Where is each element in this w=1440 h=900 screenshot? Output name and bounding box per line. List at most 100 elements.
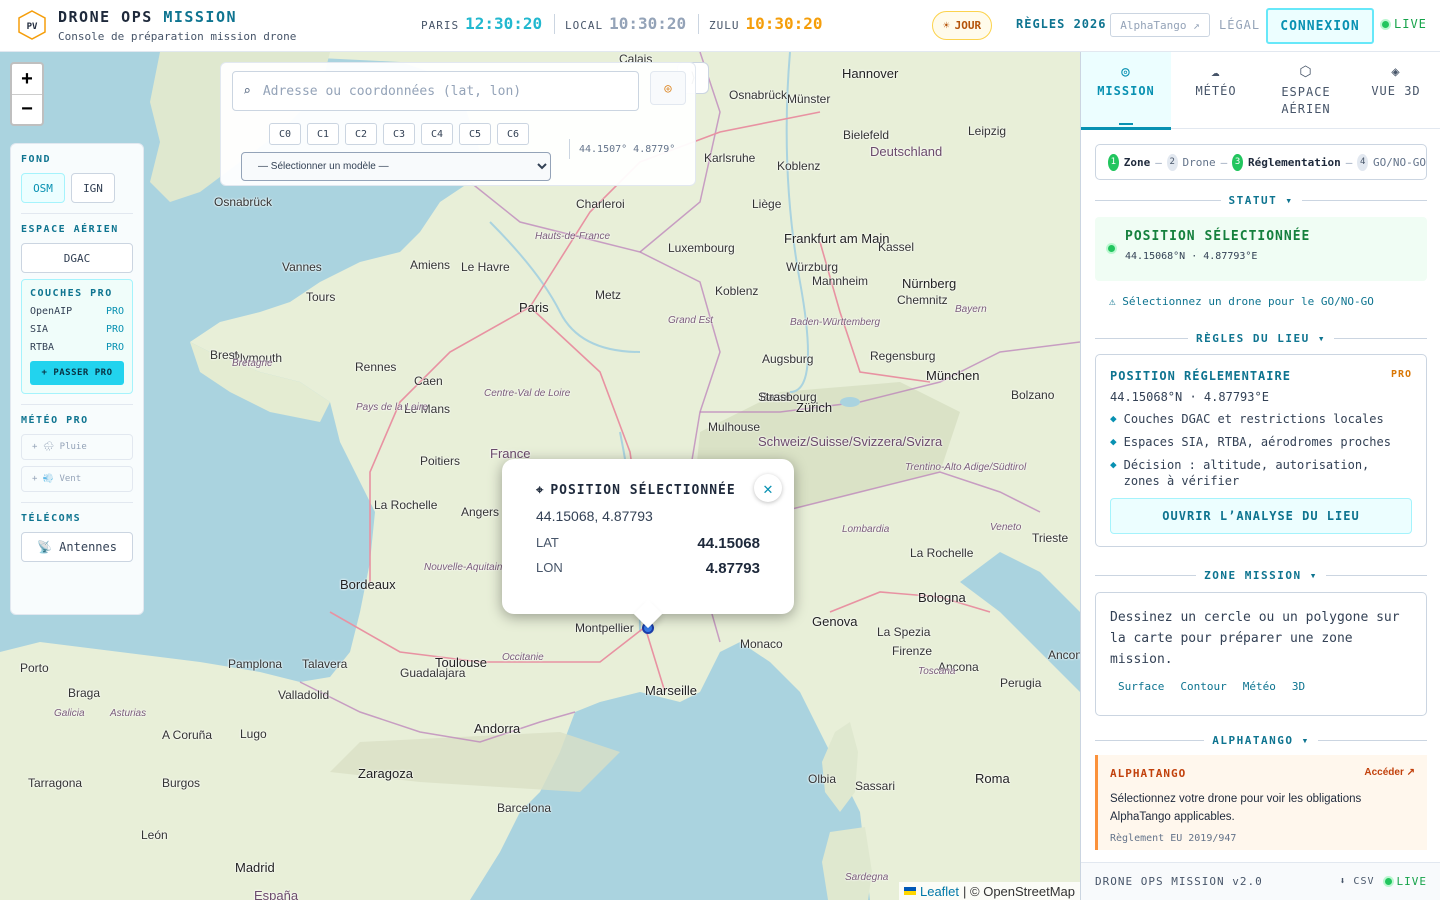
- tab-airspace[interactable]: ⬡ ESPACE AÉRIEN: [1261, 52, 1351, 129]
- alphatango-title: ALPHATANGO Accéder ↗: [1110, 767, 1415, 780]
- pin-icon: ⌖: [536, 483, 545, 498]
- map-label-city: Augsburg: [762, 352, 814, 366]
- step-go-no-go[interactable]: GO/NO-GO: [1373, 156, 1426, 169]
- map-label-region: Occitanie: [502, 652, 544, 663]
- rules-bullet: ◆ Couches DGAC et restrictions locales: [1110, 412, 1384, 426]
- map-label-city: München: [926, 368, 980, 383]
- map-label-country: Schweiz/Suisse/Svizzera/Svizra: [758, 434, 943, 449]
- zone-surface-link[interactable]: Surface: [1118, 680, 1164, 693]
- map-label-city: Genova: [812, 614, 858, 629]
- cursor-coordinates: 44.1507° 4.8779°: [569, 139, 675, 159]
- zone-meteo-link[interactable]: Météo: [1243, 680, 1276, 693]
- map-label-region: Veneto: [990, 522, 1022, 533]
- map-label-city: Sassari: [855, 779, 896, 793]
- live-dot-icon: [1384, 878, 1392, 885]
- search-box: ⌕: [232, 71, 639, 111]
- class-c4-button[interactable]: C4: [421, 123, 453, 145]
- zone-card: Dessinez un cercle ou un polygone sur la…: [1095, 592, 1427, 716]
- alphatango-link[interactable]: AlphaTango ↗: [1110, 13, 1210, 37]
- map-label-region: Pays de la Loire: [356, 402, 428, 413]
- popup-title-text: POSITION SÉLECTIONNÉE: [550, 483, 736, 498]
- antennas-toggle[interactable]: 📡 Antennes: [21, 532, 133, 562]
- step-zone[interactable]: Zone: [1124, 156, 1151, 169]
- class-c3-button[interactable]: C3: [383, 123, 415, 145]
- leaflet-link[interactable]: Leaflet: [920, 884, 959, 899]
- map-label-city: Charleroi: [576, 197, 625, 211]
- zoom-in-button[interactable]: +: [12, 64, 42, 94]
- status-coordinates: 44.15068°N · 4.87793°E: [1125, 251, 1258, 262]
- map-label-city: La Rochelle: [910, 546, 974, 560]
- search-input[interactable]: [262, 83, 603, 99]
- pro-layer-sia[interactable]: SIA PRO: [30, 324, 124, 335]
- weather-rain-toggle[interactable]: + 🌧 Pluie: [21, 434, 133, 460]
- live-indicator: LIVE: [1384, 875, 1428, 888]
- tab-label: MÉTÉO: [1195, 84, 1237, 98]
- pro-layer-rtba[interactable]: RTBA PRO: [30, 342, 124, 353]
- weather-wind-toggle[interactable]: + 💨 Vent: [21, 466, 133, 492]
- pro-layer-openaip[interactable]: OpenAIP PRO: [30, 306, 124, 317]
- class-c1-button[interactable]: C1: [307, 123, 339, 145]
- popup-close-button[interactable]: ✕: [754, 474, 782, 502]
- pro-layers-box: COUCHES PRO OpenAIP PRO SIA PRO RTBA PRO + …: [21, 279, 133, 394]
- tab-3d-view[interactable]: ◈ VUE 3D: [1351, 52, 1440, 129]
- alphatango-access-link[interactable]: Accéder ↗: [1364, 767, 1415, 780]
- layer-panel: FOND OSM IGN ESPACE AÉRIEN DGAC COUCHES …: [10, 143, 144, 615]
- status-section-heading[interactable]: STATUT ▾: [1095, 194, 1427, 207]
- basemap-ign-button[interactable]: IGN: [71, 173, 115, 203]
- zone-3d-link[interactable]: 3D: [1292, 680, 1305, 693]
- tab-meteo[interactable]: ☁ MÉTÉO: [1171, 52, 1261, 129]
- rules-section-heading[interactable]: RÈGLES DU LIEU ▾: [1095, 332, 1427, 345]
- step-drone[interactable]: Drone: [1183, 156, 1216, 169]
- map-attribution: Leaflet | © OpenStreetMap: [898, 882, 1080, 900]
- drone-model-select[interactable]: — Sélectionner un modèle —: [241, 152, 551, 181]
- popup-lon-row: LON 4.87793: [536, 560, 760, 577]
- rules-coordinates: 44.15068°N · 4.87793°E: [1110, 390, 1269, 404]
- class-c2-button[interactable]: C2: [345, 123, 377, 145]
- map-label-city: Guadalajara: [400, 666, 466, 680]
- day-mode-toggle[interactable]: ☀ JOUR: [932, 11, 993, 40]
- diamond-icon: ◆: [1110, 458, 1117, 471]
- class-c5-button[interactable]: C5: [459, 123, 491, 145]
- map-label-region: Bayern: [955, 304, 987, 315]
- map-label-city: Koblenz: [777, 159, 821, 173]
- zone-contour-link[interactable]: Contour: [1180, 680, 1226, 693]
- map-canvas[interactable]: Paris Marseille Toulouse Bordeaux Rennes…: [0, 52, 1080, 900]
- map-label-city: Poitiers: [420, 454, 461, 468]
- legal-link[interactable]: LÉGAL: [1219, 18, 1260, 32]
- map-label-city: Rennes: [355, 360, 397, 374]
- tab-mission[interactable]: ◎ MISSION: [1081, 52, 1171, 130]
- map-label-city: Pamplona: [228, 657, 283, 671]
- login-button[interactable]: CONNEXION: [1266, 8, 1374, 44]
- day-mode-label: JOUR: [954, 19, 982, 32]
- class-c0-button[interactable]: C0: [269, 123, 301, 145]
- map-label-city: Chemnitz: [897, 293, 948, 307]
- map-label-city: Karlsruhe: [704, 151, 756, 165]
- csv-export-button[interactable]: ⬇ CSV: [1339, 876, 1374, 887]
- locate-button[interactable]: ◎: [650, 71, 686, 105]
- class-c6-button[interactable]: C6: [497, 123, 529, 145]
- open-site-analysis-button[interactable]: OUVRIR L’ANALYSE DU LIEU: [1110, 498, 1412, 534]
- step-regulation[interactable]: Réglementation: [1248, 156, 1341, 169]
- map-label-city: Olbia: [808, 772, 837, 786]
- panel-body: 1 Zone — 2 Drone — 3 Réglementation — 4 …: [1095, 144, 1427, 850]
- map-label-city: Porto: [20, 661, 49, 675]
- basemap-osm-button[interactable]: OSM: [21, 173, 65, 203]
- map-label-city: Bielefeld: [843, 128, 890, 142]
- map-label-city: Osnabrück: [214, 195, 273, 209]
- map-label-city: León: [141, 828, 168, 842]
- upgrade-pro-button[interactable]: + PASSER PRO: [30, 361, 124, 385]
- map-label-city: Firenze: [892, 644, 933, 658]
- alphatango-section-heading[interactable]: ALPHATANGO ▾: [1095, 734, 1427, 747]
- map-label-city: Koblenz: [715, 284, 759, 298]
- rules-2026-link[interactable]: RÈGLES 2026: [1016, 17, 1106, 31]
- search-panel: ⌕ ◎ C0 C1 C2 C3 C4 C5 C6 — Sélectionner …: [220, 62, 696, 186]
- osm-attribution[interactable]: | © OpenStreetMap: [963, 884, 1075, 899]
- zoom-out-button[interactable]: −: [12, 94, 42, 124]
- tab-label: ESPACE AÉRIEN: [1281, 85, 1331, 116]
- airspace-dgac-button[interactable]: DGAC: [21, 243, 133, 273]
- divider: [554, 14, 555, 34]
- map-label-city: Burgos: [162, 776, 201, 790]
- zone-section-heading[interactable]: ZONE MISSION ▾: [1095, 569, 1427, 582]
- map-label-city: La Spezia: [877, 625, 931, 639]
- cloud-icon: ☁: [1211, 64, 1221, 80]
